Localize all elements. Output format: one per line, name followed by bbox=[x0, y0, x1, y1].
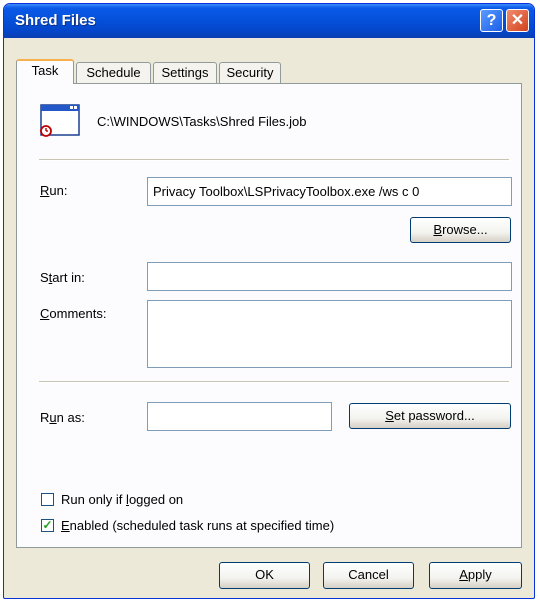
run-input[interactable]: Privacy Toolbox\LSPrivacyToolbox.exe /ws… bbox=[147, 177, 512, 206]
run-label: Run: bbox=[40, 183, 68, 198]
ok-button[interactable]: OK bbox=[219, 562, 310, 589]
cancel-button[interactable]: Cancel bbox=[323, 562, 414, 589]
title-bar[interactable]: Shred Files ? ✕ bbox=[4, 4, 534, 38]
run-as-input[interactable] bbox=[147, 402, 332, 431]
checkmark-icon: ✓ bbox=[42, 518, 53, 532]
help-icon: ? bbox=[486, 12, 497, 29]
start-in-input[interactable] bbox=[147, 262, 512, 291]
help-button[interactable]: ? bbox=[480, 9, 503, 32]
tab-security[interactable]: Security bbox=[219, 62, 281, 84]
window-title: Shred Files bbox=[15, 12, 96, 29]
task-panel: C:\WINDOWS\Tasks\Shred Files.job Run: Pr… bbox=[16, 83, 522, 548]
tab-schedule[interactable]: Schedule bbox=[76, 62, 151, 84]
divider-top bbox=[39, 159, 509, 161]
comments-label: Comments: bbox=[40, 306, 107, 321]
browse-button[interactable]: Browse... bbox=[410, 217, 511, 243]
run-as-label: Run as: bbox=[40, 410, 85, 425]
dialog-window: Shred Files ? ✕ Task Schedule Settings S… bbox=[3, 3, 535, 599]
enabled-label: Enabled (scheduled task runs at specifie… bbox=[61, 518, 335, 533]
close-icon: ✕ bbox=[510, 12, 525, 29]
divider-middle bbox=[39, 381, 509, 383]
task-file-icon bbox=[40, 104, 80, 138]
tab-settings[interactable]: Settings bbox=[153, 62, 217, 84]
comments-input[interactable] bbox=[147, 300, 512, 368]
enabled-checkbox[interactable]: ✓ bbox=[41, 519, 54, 532]
apply-button[interactable]: Apply bbox=[429, 562, 522, 589]
start-in-label: Start in: bbox=[40, 270, 85, 285]
run-only-logged-on-label: Run only if logged on bbox=[61, 492, 184, 507]
close-button[interactable]: ✕ bbox=[506, 9, 529, 32]
tab-task[interactable]: Task bbox=[16, 59, 74, 84]
set-password-button[interactable]: Set password... bbox=[349, 403, 511, 429]
run-only-logged-on-checkbox[interactable] bbox=[41, 493, 54, 506]
task-file-path: C:\WINDOWS\Tasks\Shred Files.job bbox=[97, 114, 307, 129]
